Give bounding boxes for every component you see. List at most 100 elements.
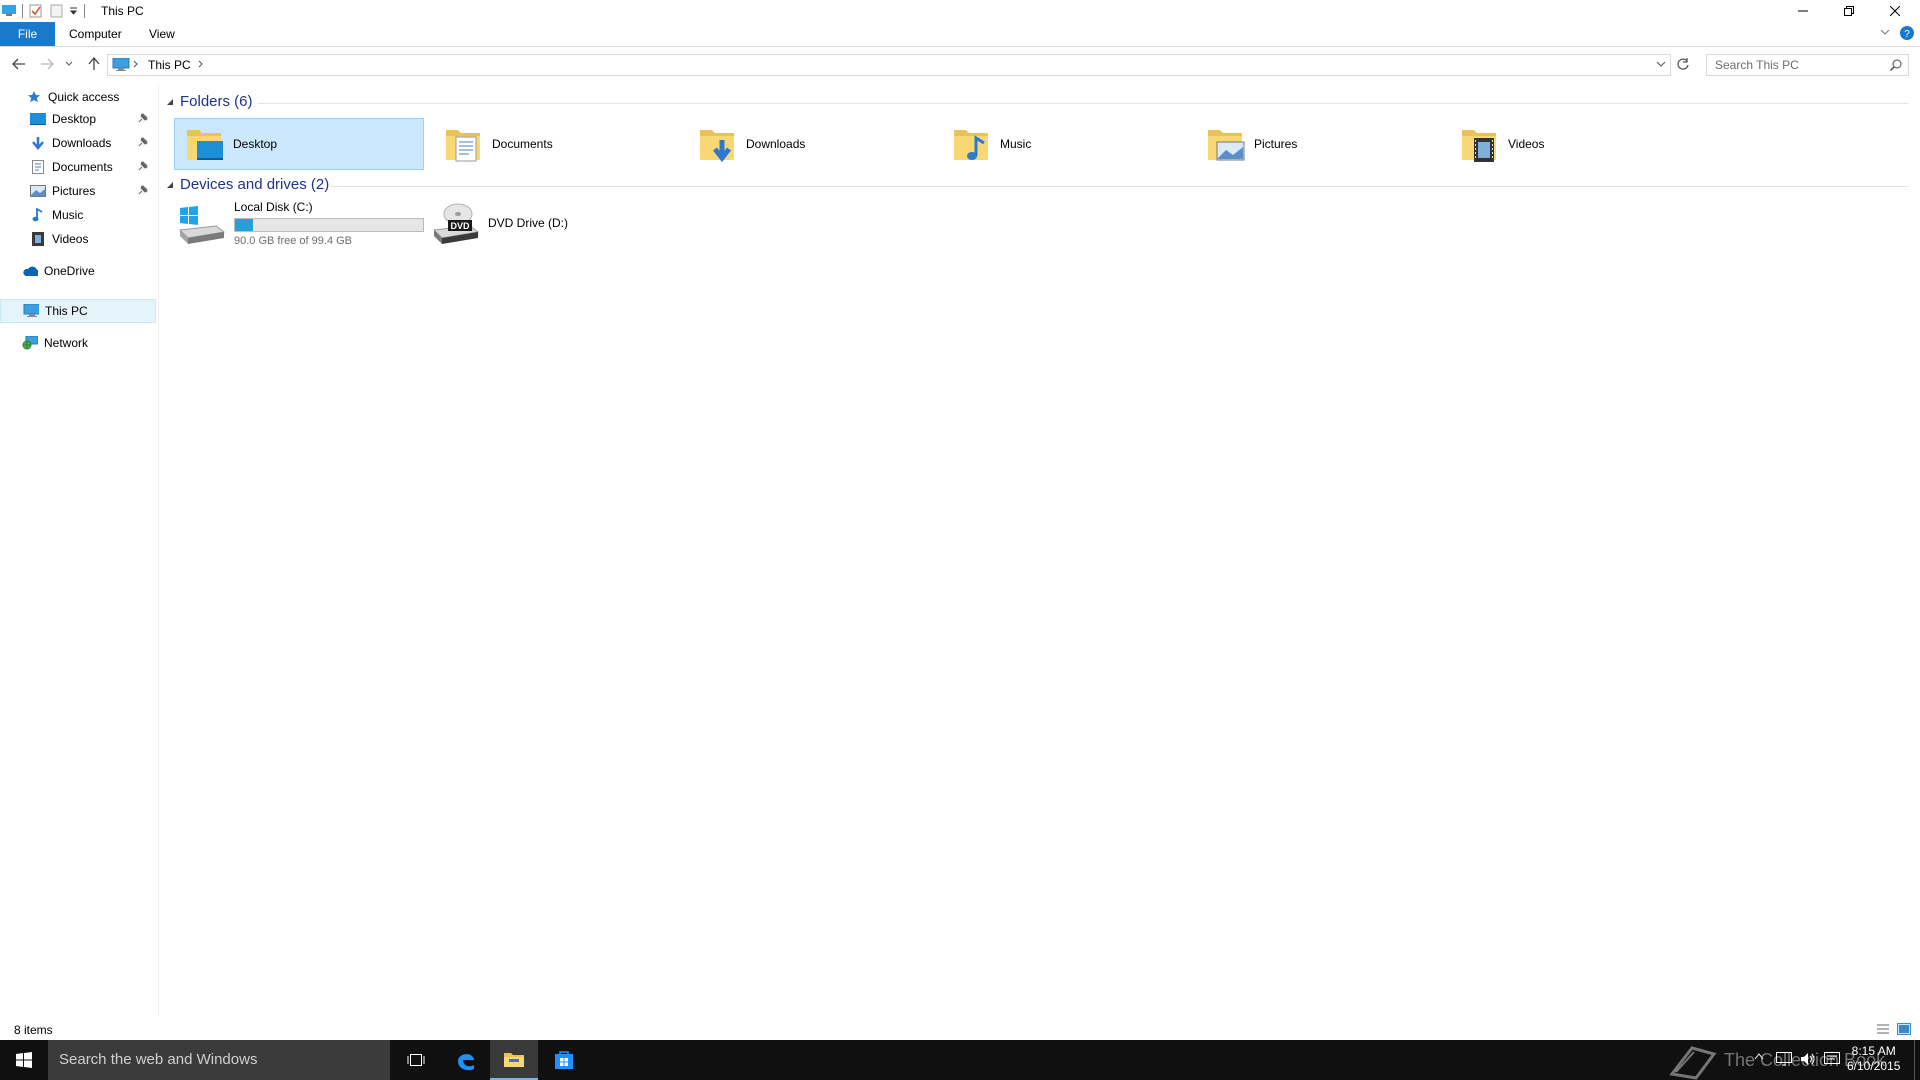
close-button[interactable]	[1872, 0, 1918, 22]
title-bar: This PC	[0, 0, 1920, 22]
details-view-icon[interactable]	[1876, 1023, 1890, 1035]
expand-ribbon-chevron-icon[interactable]	[1880, 28, 1890, 36]
this-pc-icon	[23, 303, 39, 319]
navigation-bar: This PC Search This PC	[0, 47, 1920, 81]
folder-label: Documents	[492, 137, 553, 151]
folder-pictures[interactable]: Pictures	[1190, 118, 1440, 170]
sidebar-item-onedrive[interactable]: OneDrive	[0, 260, 156, 282]
drive-name: Local Disk (C:)	[234, 200, 313, 214]
sidebar-item-label: Quick access	[48, 90, 120, 104]
up-button[interactable]	[84, 55, 104, 73]
sidebar-item-pictures[interactable]: Pictures	[0, 180, 156, 202]
drive-free-space: 90.0 GB free of 99.4 GB	[234, 235, 353, 247]
sidebar-item-label: This PC	[45, 304, 88, 318]
large-icons-view-icon[interactable]	[1897, 1023, 1911, 1035]
sidebar-item-videos[interactable]: Videos	[0, 228, 156, 250]
separator	[22, 4, 23, 18]
navigation-pane: Quick access Desktop Downloads Documents…	[0, 86, 159, 1016]
action-center-icon[interactable]	[1824, 1052, 1840, 1066]
this-pc-icon	[112, 58, 130, 72]
folder-desktop[interactable]: Desktop	[174, 118, 424, 170]
devices-group-header[interactable]: Devices and drives (2)	[166, 176, 329, 193]
onedrive-cloud-icon	[22, 263, 38, 279]
restore-button[interactable]	[1826, 0, 1872, 22]
ribbon-tabs: File Computer View ?	[0, 22, 1920, 47]
taskbar: Search the web and Windows The Collectio…	[0, 1040, 1920, 1080]
sidebar-item-quick-access[interactable]: Quick access	[0, 86, 156, 108]
back-button[interactable]	[9, 55, 29, 73]
pin-icon[interactable]	[138, 113, 148, 123]
search-icon[interactable]	[1890, 59, 1902, 71]
forward-button[interactable]	[37, 55, 57, 73]
breadcrumb-this-pc[interactable]: This PC	[148, 58, 191, 72]
music-folder-icon	[952, 124, 992, 164]
tab-file[interactable]: File	[0, 22, 55, 46]
new-folder-icon[interactable]	[50, 4, 63, 18]
file-explorer-taskbar-icon[interactable]	[490, 1040, 538, 1080]
search-input[interactable]: Search This PC	[1706, 54, 1909, 76]
volume-icon[interactable]	[1800, 1052, 1816, 1066]
pin-icon[interactable]	[138, 137, 148, 147]
clock-time: 8:15 AM	[1851, 1044, 1896, 1058]
recent-locations-chevron-icon[interactable]	[62, 55, 76, 73]
pictures-folder-icon	[1206, 124, 1246, 164]
address-bar[interactable]: This PC	[107, 54, 1671, 76]
folder-videos[interactable]: Videos	[1444, 118, 1694, 170]
minimize-button[interactable]	[1780, 0, 1826, 22]
svg-text:?: ?	[1904, 29, 1910, 40]
music-icon	[30, 207, 46, 223]
pin-icon[interactable]	[138, 161, 148, 171]
sidebar-item-label: Desktop	[52, 112, 97, 126]
edge-browser-icon[interactable]	[442, 1040, 490, 1080]
show-hidden-icons-chevron-icon[interactable]	[1754, 1052, 1764, 1060]
desktop-folder-icon	[185, 124, 225, 164]
pin-icon[interactable]	[138, 185, 148, 195]
folder-downloads[interactable]: Downloads	[682, 118, 932, 170]
item-count: 8 items	[14, 1023, 53, 1037]
start-button[interactable]	[0, 1040, 48, 1080]
address-history-chevron-icon[interactable]	[1656, 61, 1666, 68]
group-divider	[330, 186, 1908, 187]
sidebar-item-documents[interactable]: Documents	[0, 156, 156, 178]
hard-drive-windows-icon	[178, 200, 226, 248]
show-desktop-button[interactable]	[1914, 1040, 1920, 1080]
desktop-icon	[30, 111, 46, 127]
drive-local-disk-c[interactable]: Local Disk (C:) 90.0 GB free of 99.4 GB	[178, 200, 424, 252]
collapse-triangle-icon[interactable]	[166, 181, 174, 189]
folders-group-header[interactable]: Folders (6)	[166, 93, 253, 110]
properties-icon[interactable]	[29, 4, 42, 18]
folders-group-title: Folders (6)	[180, 93, 253, 110]
sidebar-item-music[interactable]: Music	[0, 204, 156, 226]
network-tray-icon[interactable]	[1776, 1052, 1792, 1066]
downloads-folder-icon	[698, 124, 738, 164]
book-logo-icon	[1668, 1040, 1718, 1080]
star-icon	[26, 89, 42, 105]
status-bar: 8 items	[0, 1020, 1920, 1040]
help-icon[interactable]: ?	[1900, 26, 1914, 40]
folder-documents[interactable]: Documents	[428, 118, 678, 170]
collapse-triangle-icon[interactable]	[166, 98, 174, 106]
store-icon[interactable]	[540, 1040, 588, 1080]
tab-view[interactable]: View	[137, 22, 187, 46]
videos-icon	[30, 231, 46, 247]
sidebar-item-desktop[interactable]: Desktop	[0, 108, 156, 130]
dvd-drive-icon: DVD	[432, 200, 480, 248]
drive-dvd-d[interactable]: DVD DVD Drive (D:)	[432, 200, 568, 252]
folder-label: Videos	[1508, 137, 1545, 151]
folder-music[interactable]: Music	[936, 118, 1186, 170]
videos-folder-icon	[1460, 124, 1500, 164]
tab-computer[interactable]: Computer	[57, 22, 134, 46]
taskbar-clock[interactable]: 8:15 AM 6/10/2015	[1847, 1044, 1900, 1074]
sidebar-item-label: Music	[52, 208, 84, 222]
breadcrumb-chevron-icon[interactable]	[133, 59, 139, 69]
refresh-icon[interactable]	[1676, 57, 1690, 71]
breadcrumb-chevron-icon[interactable]	[198, 59, 204, 69]
taskbar-search-box[interactable]: Search the web and Windows	[48, 1040, 390, 1080]
pictures-icon	[30, 183, 46, 199]
sidebar-item-network[interactable]: Network	[0, 332, 156, 354]
customize-toolbar-chevron-icon[interactable]	[69, 6, 78, 16]
task-view-button[interactable]	[392, 1040, 440, 1080]
drive-name: DVD Drive (D:)	[488, 216, 568, 230]
sidebar-item-downloads[interactable]: Downloads	[0, 132, 156, 154]
sidebar-item-this-pc[interactable]: This PC	[0, 299, 156, 323]
